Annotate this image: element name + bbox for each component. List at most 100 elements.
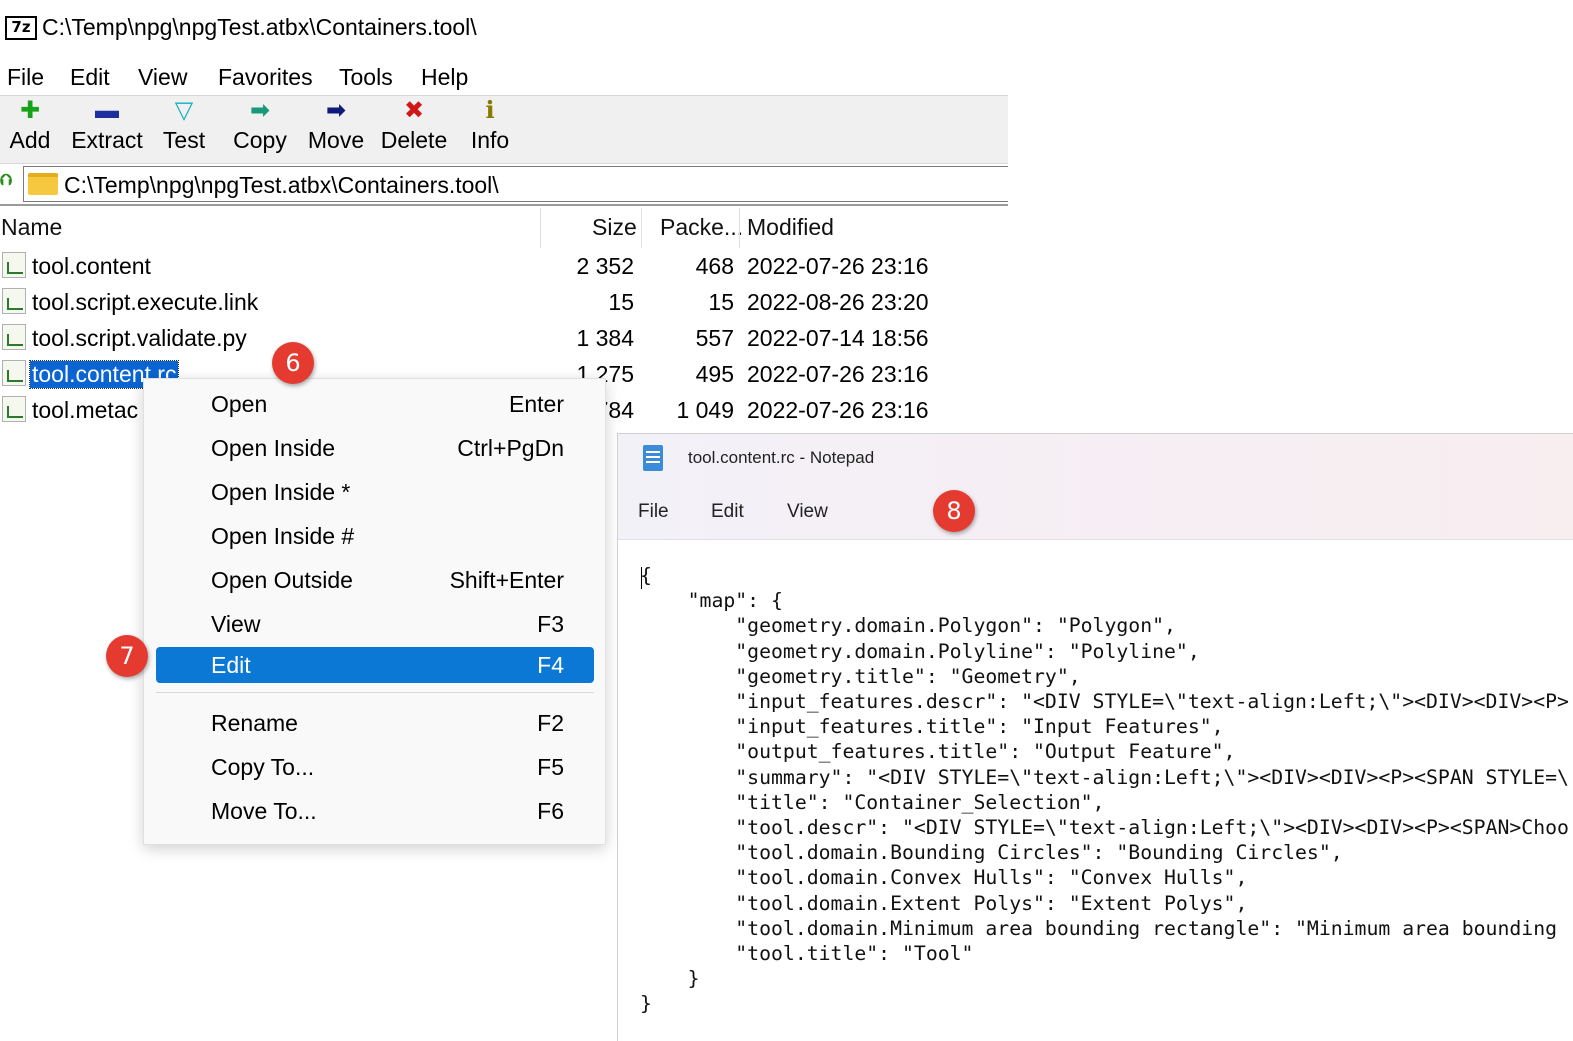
text-line: "title": "Container_Selection", bbox=[640, 790, 1105, 814]
menu-item-label: Copy To... bbox=[211, 754, 315, 780]
window-title: C:\Temp\npg\npgTest.atbx\Containers.tool… bbox=[42, 14, 477, 40]
menu-item-copy-to[interactable]: Copy To... F5 bbox=[156, 749, 594, 785]
menu-item-move-to[interactable]: Move To... F6 bbox=[156, 793, 594, 829]
context-menu: Open Enter Open Inside Ctrl+PgDn Open In… bbox=[143, 378, 606, 845]
add-button[interactable]: ✚ Add bbox=[4, 98, 56, 160]
text-line: "tool.descr": "<DIV STYLE=\"text-align:L… bbox=[640, 816, 1569, 840]
menu-edit[interactable]: Edit bbox=[70, 64, 110, 91]
7zip-app-icon: 7z bbox=[5, 16, 37, 40]
column-divider[interactable] bbox=[540, 208, 541, 248]
column-divider[interactable] bbox=[739, 208, 740, 248]
text-line: "geometry.title": "Geometry", bbox=[640, 664, 1081, 688]
file-row[interactable]: tool.script.execute.link 15 15 2022-08-2… bbox=[0, 284, 1008, 320]
column-header-name[interactable]: Name bbox=[1, 214, 62, 241]
menu-help[interactable]: Help bbox=[421, 64, 468, 91]
notepad-icon bbox=[643, 445, 663, 471]
menu-item-open-inside[interactable]: Open Inside Ctrl+PgDn bbox=[156, 430, 594, 466]
menu-item-shortcut: F3 bbox=[537, 611, 564, 637]
file-packed-size: 468 bbox=[695, 253, 734, 279]
file-packed-size: 15 bbox=[708, 289, 734, 315]
column-header-modified[interactable]: Modified bbox=[747, 214, 834, 241]
text-line: "tool.domain.Extent Polys": "Extent Poly… bbox=[640, 891, 1248, 915]
menu-item-edit[interactable]: Edit F4 bbox=[156, 647, 594, 683]
text-line: } bbox=[640, 967, 700, 991]
column-header-packed[interactable]: Packe... bbox=[660, 214, 743, 241]
notepad-text-area[interactable]: { "map": { "geometry.domain.Polygon": "P… bbox=[618, 541, 1573, 1041]
menu-item-open-outside[interactable]: Open Outside Shift+Enter bbox=[156, 562, 594, 598]
menu-item-label: Rename bbox=[211, 710, 298, 736]
file-row[interactable]: tool.content 2 352 468 2022-07-26 23:16 bbox=[0, 248, 1008, 284]
text-line: "map": { bbox=[640, 589, 783, 613]
file-icon bbox=[2, 324, 26, 350]
list-header: Name Size Packe... Modified bbox=[0, 208, 1008, 248]
file-size: 1 384 bbox=[576, 325, 634, 351]
menu-view[interactable]: View bbox=[138, 64, 187, 91]
menu-item-view[interactable]: View F3 bbox=[156, 606, 594, 642]
menu-bar: File Edit View Favorites Tools Help bbox=[0, 58, 1008, 96]
file-icon bbox=[2, 360, 26, 386]
move-button[interactable]: ➡ Move bbox=[303, 98, 369, 160]
file-icon bbox=[2, 288, 26, 314]
minus-icon: ▬ bbox=[95, 97, 119, 124]
menu-separator bbox=[156, 692, 594, 693]
notepad-menu-view[interactable]: View bbox=[787, 501, 828, 523]
text-line: "output_features.title": "Output Feature… bbox=[640, 740, 1236, 764]
notepad-title-bar[interactable]: tool.content.rc - Notepad bbox=[618, 434, 1573, 484]
file-icon bbox=[2, 396, 26, 422]
folder-icon bbox=[28, 173, 58, 195]
delete-label: Delete bbox=[380, 127, 448, 153]
menu-item-shortcut: Enter bbox=[509, 391, 564, 417]
delete-button[interactable]: ✖ Delete bbox=[376, 98, 452, 160]
toolbar: ✚ Add ▬ Extract ▽ Test ➡ Copy ➡ Move ✖ D… bbox=[0, 96, 1008, 164]
title-bar: 7z C:\Temp\npg\npgTest.atbx\Containers.t… bbox=[0, 0, 1008, 58]
move-label: Move bbox=[307, 127, 365, 153]
menu-file[interactable]: File bbox=[7, 64, 44, 91]
file-modified: 2022-08-26 23:20 bbox=[747, 289, 929, 315]
file-packed-size: 1 049 bbox=[676, 397, 734, 423]
text-line: "geometry.domain.Polygon": "Polygon", bbox=[640, 614, 1176, 638]
file-row[interactable]: tool.script.validate.py 1 384 557 2022-0… bbox=[0, 320, 1008, 356]
notepad-window: tool.content.rc - Notepad File Edit View… bbox=[617, 433, 1573, 1041]
file-name: tool.script.execute.link bbox=[32, 289, 259, 315]
menu-item-open-inside-hash[interactable]: Open Inside # bbox=[156, 518, 594, 554]
column-divider[interactable] bbox=[641, 208, 642, 248]
menu-item-open[interactable]: Open Enter bbox=[156, 386, 594, 422]
text-line: } bbox=[640, 992, 652, 1016]
column-header-size[interactable]: Size bbox=[592, 214, 637, 241]
extract-button[interactable]: ▬ Extract bbox=[68, 98, 146, 160]
menu-item-label: Open Outside bbox=[211, 567, 353, 593]
text-line: "tool.title": "Tool" bbox=[640, 942, 974, 966]
copy-button[interactable]: ➡ Copy bbox=[229, 98, 291, 160]
notepad-menu-edit[interactable]: Edit bbox=[711, 501, 744, 523]
menu-item-shortcut: Ctrl+PgDn bbox=[457, 435, 564, 461]
move-arrow-icon: ➡ bbox=[325, 97, 347, 124]
menu-item-shortcut: Shift+Enter bbox=[449, 567, 564, 593]
text-line: { bbox=[640, 564, 652, 587]
file-icon bbox=[2, 252, 26, 278]
file-modified: 2022-07-26 23:16 bbox=[747, 397, 929, 423]
test-label: Test bbox=[162, 127, 206, 153]
text-line: "tool.domain.Convex Hulls": "Convex Hull… bbox=[640, 866, 1248, 890]
menu-item-label: Edit bbox=[211, 652, 251, 678]
file-size: 15 bbox=[608, 289, 634, 315]
menu-favorites[interactable]: Favorites bbox=[218, 64, 313, 91]
notepad-menu-file[interactable]: File bbox=[638, 501, 669, 523]
notepad-menu-bar: File Edit View bbox=[618, 484, 1573, 540]
menu-item-open-inside-star[interactable]: Open Inside * bbox=[156, 474, 594, 510]
file-name: tool.script.validate.py bbox=[32, 325, 247, 351]
up-folder-icon[interactable]: ⮉ bbox=[0, 172, 16, 190]
menu-item-label: Open bbox=[211, 391, 268, 417]
address-path[interactable]: C:\Temp\npg\npgTest.atbx\Containers.tool… bbox=[64, 172, 499, 199]
menu-item-rename[interactable]: Rename F2 bbox=[156, 705, 594, 741]
file-packed-size: 557 bbox=[695, 325, 734, 351]
menu-item-shortcut: F5 bbox=[537, 754, 564, 780]
add-label: Add bbox=[9, 127, 51, 153]
menu-tools[interactable]: Tools bbox=[339, 64, 393, 91]
info-button[interactable]: ℹ Info bbox=[464, 98, 516, 160]
file-modified: 2022-07-26 23:16 bbox=[747, 361, 929, 387]
delete-x-icon: ✖ bbox=[403, 97, 425, 124]
test-button[interactable]: ▽ Test bbox=[158, 98, 210, 160]
file-packed-size: 495 bbox=[695, 361, 734, 387]
file-modified: 2022-07-14 18:56 bbox=[747, 325, 929, 351]
menu-item-label: View bbox=[211, 611, 261, 637]
